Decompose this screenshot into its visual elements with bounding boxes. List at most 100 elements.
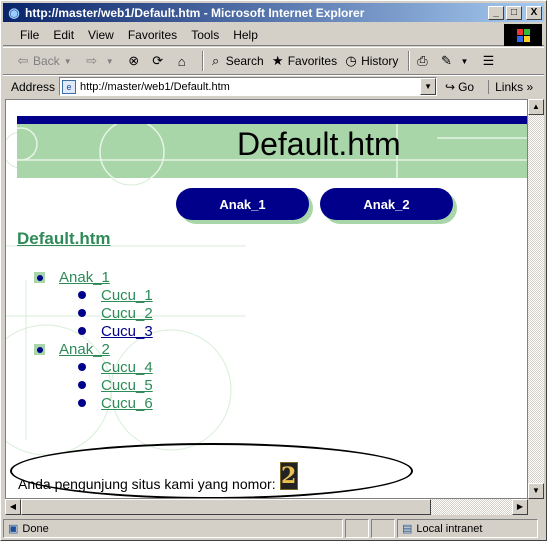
bullet-icon (78, 309, 86, 317)
tree-node-anak-1: Anak_1 (34, 268, 153, 286)
favorites-button[interactable]: ★ Favorites (270, 53, 337, 69)
link-cucu-4[interactable]: Cucu_4 (101, 359, 153, 376)
toolbar-separator (201, 51, 204, 71)
link-cucu-2[interactable]: Cucu_2 (101, 305, 153, 322)
tree-leaf-cucu-1: Cucu_1 (34, 286, 153, 304)
stop-icon: ⊗ (128, 53, 140, 68)
menu-view[interactable]: View (81, 28, 121, 42)
tree-leaf-cucu-3: Cucu_3 (34, 322, 153, 340)
page-content: Default.htm Anak_1 Anak_2 Default.htm An… (5, 99, 528, 499)
link-cucu-1[interactable]: Cucu_1 (101, 287, 153, 304)
menu-file[interactable]: File (13, 28, 46, 42)
banner-title: Default.htm (237, 126, 401, 162)
menu-tools[interactable]: Tools (184, 28, 226, 42)
search-label: Search (225, 54, 264, 68)
go-arrow-icon: ↪ (445, 79, 456, 94)
edit-button[interactable]: ✎ ▼ (438, 53, 474, 69)
horizontal-scrollbar[interactable]: ◀ ▶ (5, 499, 528, 515)
nav-button-anak-1[interactable]: Anak_1 (176, 188, 309, 220)
tree-node-anak-2: Anak_2 (34, 340, 153, 358)
chevron-down-icon: ▼ (63, 56, 72, 66)
refresh-icon: ⟳ (152, 53, 164, 68)
address-dropdown-icon[interactable]: ▼ (420, 78, 437, 95)
header-banner: Default.htm (17, 116, 527, 178)
chevron-down-icon: ▼ (105, 56, 114, 66)
tree-leaf-cucu-6: Cucu_6 (34, 394, 153, 412)
link-anak-2[interactable]: Anak_2 (59, 341, 110, 358)
discuss-icon: ☰ (482, 53, 495, 68)
status-panel-empty (345, 519, 369, 538)
window-title: http://master/web1/Default.htm - Microso… (25, 5, 365, 20)
link-cucu-6[interactable]: Cucu_6 (101, 395, 153, 412)
scroll-up-icon[interactable]: ▲ (528, 99, 544, 115)
visitor-counter: Anda pengunjung situs kami yang nomor: 2 (18, 462, 298, 492)
link-cucu-5[interactable]: Cucu_5 (101, 377, 153, 394)
done-page-icon: ▣ (8, 523, 19, 535)
nav-button-anak-2[interactable]: Anak_2 (320, 188, 453, 220)
links-button[interactable]: Links » (488, 79, 534, 94)
links-label: Links (495, 79, 524, 94)
go-label: Go (458, 79, 475, 94)
history-icon: ◷ (345, 53, 357, 68)
print-icon: ⎙ (417, 53, 428, 68)
zone-text: Local intranet (416, 522, 483, 535)
horizontal-scroll-thumb[interactable] (21, 499, 431, 515)
minimize-button[interactable]: _ (488, 5, 504, 20)
title-bar[interactable]: ◉ http://master/web1/Default.htm - Micro… (3, 3, 544, 22)
scroll-right-icon[interactable]: ▶ (512, 499, 528, 515)
address-input[interactable]: e http://master/web1/Default.htm ▼ (59, 77, 438, 96)
vertical-scrollbar[interactable]: ▲ ▼ (528, 99, 544, 499)
address-url: http://master/web1/Default.htm (80, 80, 230, 93)
search-button[interactable]: ⌕ Search (208, 53, 264, 69)
scroll-left-icon[interactable]: ◀ (5, 499, 21, 515)
tree-leaf-cucu-4: Cucu_4 (34, 358, 153, 376)
bullet-icon (78, 381, 86, 389)
chevron-down-icon: ▼ (460, 56, 469, 66)
menu-help[interactable]: Help (226, 28, 265, 42)
windows-logo-icon (504, 24, 542, 46)
status-panel-zone: ▤ Local intranet (397, 519, 538, 538)
maximize-button[interactable]: □ (506, 5, 522, 20)
home-icon: ⌂ (177, 53, 186, 69)
refresh-button[interactable]: ⟳ (150, 53, 168, 69)
back-arrow-icon: ⇦ (17, 53, 29, 68)
favorites-icon: ★ (271, 53, 284, 68)
tree-leaf-cucu-5: Cucu_5 (34, 376, 153, 394)
link-cucu-3[interactable]: Cucu_3 (101, 323, 153, 340)
status-panel-empty (371, 519, 395, 538)
menu-favorites[interactable]: Favorites (121, 28, 184, 42)
chevron-right-icon: » (526, 79, 534, 94)
page-icon: e (62, 79, 77, 94)
edit-icon: ✎ (440, 53, 452, 68)
print-button[interactable]: ⎙ (414, 53, 432, 69)
address-label: Address (11, 79, 56, 94)
home-button[interactable]: ⌂ (174, 53, 192, 69)
node-bullet-icon (34, 343, 45, 355)
bullet-icon (78, 363, 86, 371)
menu-edit[interactable]: Edit (46, 28, 81, 42)
navigation-tree: Anak_1 Cucu_1 Cucu_2 Cucu_3 Anak_2 Cucu_… (34, 268, 153, 412)
address-bar: Address e http://master/web1/Default.htm… (3, 75, 544, 97)
tree-leaf-cucu-2: Cucu_2 (34, 304, 153, 322)
back-button[interactable]: ⇦ Back ▼ (15, 53, 78, 69)
back-label: Back (33, 54, 60, 68)
status-panel-main: ▣ Done (3, 519, 343, 538)
go-button[interactable]: ↪ Go (445, 80, 474, 94)
bullet-icon (78, 291, 86, 299)
history-button[interactable]: ◷ History (343, 53, 398, 69)
intranet-icon: ▤ (402, 523, 413, 535)
standard-toolbar: ⇦ Back ▼ ⇨ ▼ ⊗ ⟳ ⌂ ⌕ Search ★ Favorites … (3, 47, 544, 75)
scrollbar-corner (528, 499, 544, 515)
stop-button[interactable]: ⊗ (126, 53, 144, 69)
history-label: History (361, 54, 399, 68)
page-title[interactable]: Default.htm (17, 229, 111, 249)
link-anak-1[interactable]: Anak_1 (59, 269, 110, 286)
close-button[interactable]: X (526, 5, 542, 20)
scroll-down-icon[interactable]: ▼ (528, 483, 544, 499)
toolbar-separator (408, 51, 411, 71)
bullet-icon (78, 327, 86, 335)
counter-digit: 2 (279, 462, 298, 490)
menu-bar: File Edit View Favorites Tools Help (3, 24, 544, 46)
discuss-button[interactable]: ☰ (480, 53, 498, 69)
forward-button[interactable]: ⇨ ▼ (84, 53, 120, 69)
